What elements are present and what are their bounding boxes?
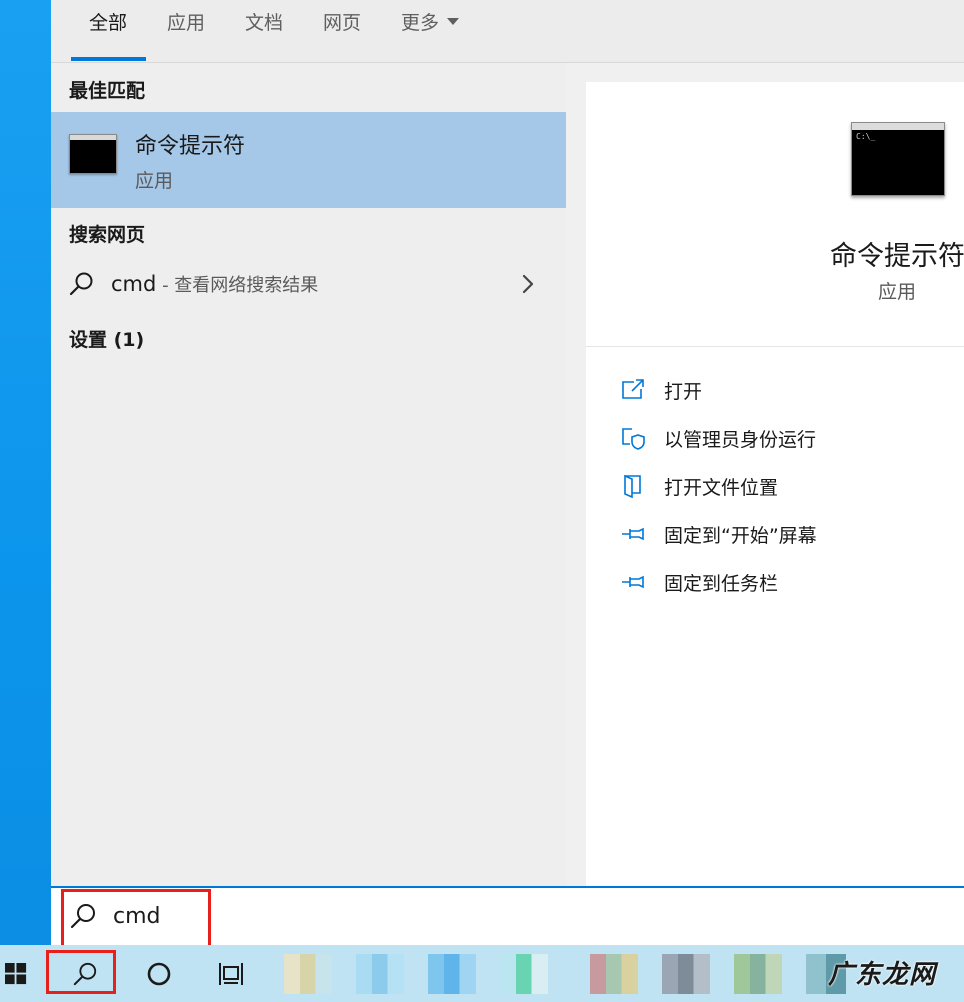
best-match-title: 命令提示符 bbox=[135, 134, 246, 159]
search-input[interactable] bbox=[111, 898, 515, 934]
tab-all[interactable]: 全部 bbox=[89, 10, 127, 36]
tab-more[interactable]: 更多 bbox=[401, 10, 460, 36]
windows-start-icon bbox=[5, 963, 27, 985]
divider bbox=[586, 346, 964, 347]
web-search-heading: 搜索网页 bbox=[69, 224, 146, 246]
settings-heading[interactable]: 设置 (1) bbox=[69, 325, 144, 352]
best-match-result[interactable]: 命令提示符 应用 bbox=[51, 112, 566, 208]
results-list: 最佳匹配 命令提示符 应用 搜索网页 cmd - 查看网络搜索结果 设置 (1) bbox=[51, 63, 566, 888]
tab-apps[interactable]: 应用 bbox=[167, 10, 205, 36]
taskbar-search-button[interactable] bbox=[48, 945, 114, 1002]
tab-web[interactable]: 网页 bbox=[323, 10, 361, 36]
task-view-button[interactable] bbox=[206, 945, 258, 1002]
blurred-app-icon[interactable] bbox=[734, 954, 782, 994]
search-icon bbox=[73, 962, 97, 986]
command-prompt-icon bbox=[69, 134, 117, 174]
pin-icon bbox=[622, 527, 644, 541]
search-icon bbox=[69, 272, 93, 296]
shield-icon bbox=[622, 428, 645, 450]
search-panel: 全部 应用 文档 网页 更多 最佳匹配 命令提示符 应用 搜索网页 cmd - … bbox=[51, 0, 964, 888]
tab-documents[interactable]: 文档 bbox=[245, 10, 283, 36]
task-view-icon bbox=[219, 963, 243, 985]
blurred-app-icon[interactable] bbox=[590, 954, 638, 994]
best-match-heading: 最佳匹配 bbox=[69, 80, 146, 102]
web-result-text: cmd - 查看网络搜索结果 bbox=[111, 271, 318, 297]
filter-tabs: 全部 应用 文档 网页 更多 bbox=[51, 0, 964, 63]
desktop-background bbox=[0, 0, 51, 945]
prompt-text: C:\_ bbox=[856, 132, 876, 141]
preview-title: 命令提示符 bbox=[830, 241, 964, 272]
start-button[interactable] bbox=[0, 945, 34, 1002]
cortana-button[interactable] bbox=[134, 945, 184, 1002]
action-pin-to-start-label: 固定到“开始”屏幕 bbox=[664, 525, 817, 547]
action-run-as-admin-label: 以管理员身份运行 bbox=[664, 429, 817, 451]
best-match-subtitle: 应用 bbox=[135, 170, 174, 192]
blurred-app-icon[interactable] bbox=[284, 954, 332, 994]
command-prompt-large-icon: C:\_ bbox=[851, 122, 945, 196]
pin-icon bbox=[622, 575, 644, 589]
blurred-app-icon[interactable] bbox=[356, 954, 404, 994]
blurred-app-icon[interactable] bbox=[662, 954, 710, 994]
action-pin-to-taskbar-label: 固定到任务栏 bbox=[664, 573, 779, 595]
taskbar bbox=[0, 945, 964, 1002]
action-open-label: 打开 bbox=[664, 381, 703, 403]
cortana-icon bbox=[147, 962, 171, 986]
blurred-app-icon[interactable] bbox=[500, 954, 548, 994]
web-search-result[interactable]: cmd - 查看网络搜索结果 bbox=[51, 263, 566, 305]
action-open-file-location-label: 打开文件位置 bbox=[664, 477, 779, 499]
preview-pane: C:\_ 命令提示符 应用 打开 以管理员身份运行 打开文件位置 固定到“开始”… bbox=[586, 82, 964, 888]
search-box[interactable] bbox=[51, 886, 964, 945]
web-query: cmd bbox=[111, 272, 157, 296]
chevron-right-icon[interactable] bbox=[521, 273, 535, 295]
watermark-text: 广东龙网 bbox=[828, 960, 937, 990]
tab-more-label: 更多 bbox=[401, 12, 440, 34]
open-icon bbox=[622, 379, 644, 399]
preview-subtitle: 应用 bbox=[878, 281, 917, 303]
file-location-icon bbox=[624, 474, 641, 499]
search-icon bbox=[70, 904, 95, 929]
active-tab-indicator bbox=[71, 57, 146, 61]
chevron-down-icon bbox=[447, 18, 460, 25]
web-result-hint: - 查看网络搜索结果 bbox=[156, 275, 319, 296]
blurred-app-icon[interactable] bbox=[428, 954, 476, 994]
